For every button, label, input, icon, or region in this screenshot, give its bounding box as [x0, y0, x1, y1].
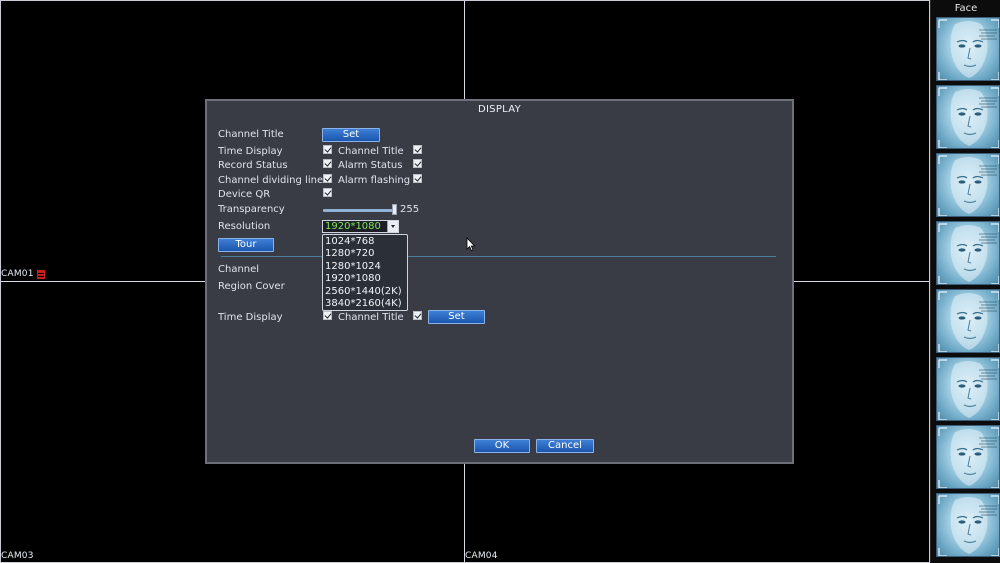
- display-dialog: DISPLAY Channel Title Set Time Display C…: [205, 99, 794, 464]
- resolution-option[interactable]: 1280*720: [325, 248, 375, 260]
- device-qr-checkbox[interactable]: [323, 188, 332, 197]
- resolution-label: Resolution: [218, 221, 271, 232]
- cam03-label: CAM03: [1, 551, 34, 561]
- resolution-dropdown-list[interactable]: 1024*768 1280*720 1280*1024 1920*1080 25…: [322, 234, 408, 311]
- tour-button[interactable]: Tour: [218, 238, 274, 252]
- time-display-label: Time Display: [218, 146, 283, 157]
- face-card[interactable]: [936, 493, 1000, 557]
- ok-button[interactable]: OK: [474, 439, 530, 453]
- cam01-label: CAM01: [1, 269, 34, 279]
- face-recognition-icon: [938, 19, 999, 80]
- transparency-value: 255: [400, 204, 420, 215]
- alarm-flashing-checkbox[interactable]: [413, 174, 422, 183]
- face-recognition-icon: [938, 495, 999, 556]
- face-card[interactable]: [936, 289, 1000, 353]
- alarm-status-checkbox[interactable]: [413, 159, 422, 168]
- time-display-checkbox[interactable]: [323, 145, 332, 154]
- face-card[interactable]: [936, 221, 1000, 285]
- cancel-button[interactable]: Cancel: [536, 439, 594, 453]
- face-recognition-icon: [938, 291, 999, 352]
- alarm-flashing-label: Alarm flashing: [338, 175, 411, 186]
- mouse-cursor-icon: [466, 237, 476, 252]
- face-panel: Face: [930, 0, 1000, 563]
- channel-title-label-3: Channel Title: [338, 312, 404, 323]
- face-recognition-icon: [938, 223, 999, 284]
- alarm-status-label: Alarm Status: [338, 160, 403, 171]
- resolution-option[interactable]: 3840*2160(4K): [325, 298, 402, 310]
- record-status-checkbox[interactable]: [323, 159, 332, 168]
- transparency-slider[interactable]: [323, 209, 396, 212]
- face-panel-title: Face: [954, 3, 978, 14]
- channel-title-checkbox-label: Channel Title: [338, 146, 404, 157]
- resolution-option[interactable]: 2560*1440(2K): [325, 286, 402, 298]
- resolution-selected-value: 1920*1080: [325, 221, 381, 232]
- region-cover-label: Region Cover: [218, 281, 285, 292]
- channel-label: Channel: [218, 264, 260, 275]
- cam04-label: CAM04: [465, 551, 498, 561]
- time-display-label-2: Time Display: [218, 312, 283, 323]
- face-card[interactable]: [936, 85, 1000, 149]
- channel-dividing-line-checkbox[interactable]: [323, 174, 332, 183]
- channel-dividing-line-label: Channel dividing line: [218, 175, 324, 186]
- resolution-select[interactable]: 1920*1080: [322, 220, 399, 233]
- face-recognition-icon: [938, 359, 999, 420]
- resolution-option[interactable]: 1024*768: [325, 236, 375, 248]
- chevron-down-icon[interactable]: [387, 221, 398, 232]
- device-qr-label: Device QR: [218, 189, 271, 200]
- transparency-label: Transparency: [218, 204, 285, 215]
- resolution-option[interactable]: 1280*1024: [325, 261, 381, 273]
- face-card[interactable]: [936, 153, 1000, 217]
- channel-title-checkbox[interactable]: [413, 145, 422, 154]
- transparency-slider-handle[interactable]: [392, 204, 397, 215]
- channel-set-button[interactable]: Set: [428, 310, 485, 324]
- face-card[interactable]: [936, 357, 1000, 421]
- record-status-label: Record Status: [218, 160, 288, 171]
- record-icon: [37, 270, 45, 279]
- dialog-title: DISPLAY: [477, 104, 522, 115]
- face-card[interactable]: [936, 425, 1000, 489]
- face-card[interactable]: [936, 17, 1000, 81]
- channel-title-checkbox-2[interactable]: [413, 311, 422, 320]
- channel-title-set-button[interactable]: Set: [322, 128, 380, 142]
- time-display-checkbox-2[interactable]: [323, 311, 332, 320]
- section-divider: [221, 256, 776, 257]
- resolution-option[interactable]: 1920*1080: [325, 273, 381, 285]
- channel-title-label: Channel Title: [218, 129, 284, 140]
- face-recognition-icon: [938, 427, 999, 488]
- face-recognition-icon: [938, 87, 999, 148]
- face-recognition-icon: [938, 155, 999, 216]
